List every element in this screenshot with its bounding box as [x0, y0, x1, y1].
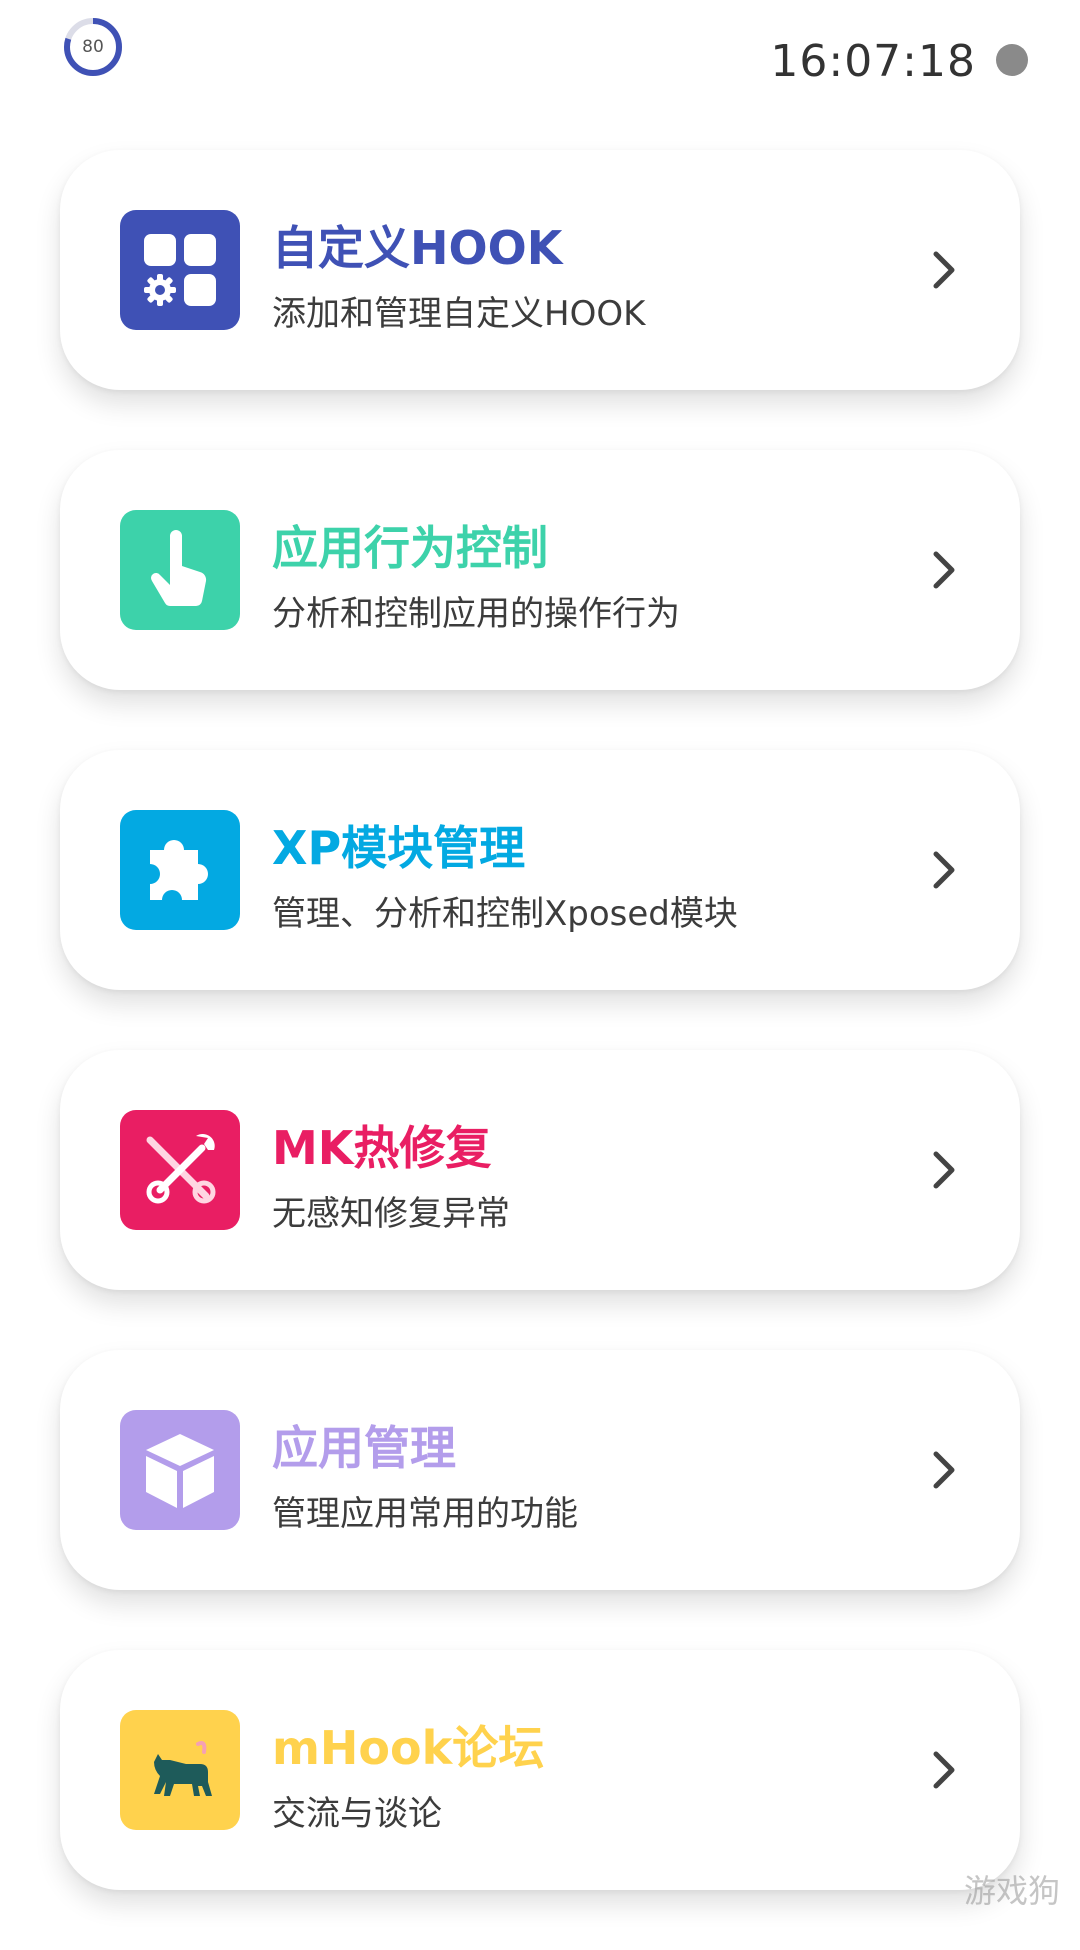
card-mhook-forum[interactable]: mHook论坛 交流与谈论	[60, 1650, 1020, 1890]
status-dot-icon	[996, 44, 1028, 76]
card-title: 应用行为控制	[272, 512, 548, 578]
pointing-hand-icon	[120, 510, 240, 630]
card-subtitle: 添加和管理自定义HOOK	[272, 286, 645, 335]
card-subtitle: 管理、分析和控制Xposed模块	[272, 886, 738, 935]
card-title: XP模块管理	[272, 812, 525, 878]
card-subtitle: 无感知修复异常	[272, 1186, 510, 1235]
clock: 16:07:18	[770, 36, 976, 87]
card-title: 应用管理	[272, 1412, 456, 1478]
chevron-right-icon	[920, 246, 968, 294]
card-mk-hotfix[interactable]: MK热修复 无感知修复异常	[60, 1050, 1020, 1290]
card-app-management[interactable]: 应用管理 管理应用常用的功能	[60, 1350, 1020, 1590]
chevron-right-icon	[920, 846, 968, 894]
puzzle-piece-icon	[120, 810, 240, 930]
chevron-right-icon	[920, 1446, 968, 1494]
status-bar: 80 16:07:18	[0, 0, 1080, 120]
card-title: 自定义HOOK	[272, 212, 562, 278]
chevron-right-icon	[920, 1746, 968, 1794]
card-subtitle: 管理应用常用的功能	[272, 1486, 578, 1535]
watermark: 游戏狗	[964, 1866, 1060, 1912]
card-subtitle: 分析和控制应用的操作行为	[272, 586, 680, 635]
cube-icon	[120, 1410, 240, 1530]
card-custom-hook[interactable]: 自定义HOOK 添加和管理自定义HOOK	[60, 150, 1020, 390]
card-xp-module-management[interactable]: XP模块管理 管理、分析和控制Xposed模块	[60, 750, 1020, 990]
battery-level-text: 80	[62, 16, 124, 78]
card-subtitle: 交流与谈论	[272, 1786, 442, 1835]
card-app-behavior-control[interactable]: 应用行为控制 分析和控制应用的操作行为	[60, 450, 1020, 690]
card-title: MK热修复	[272, 1112, 491, 1178]
chevron-right-icon	[920, 1146, 968, 1194]
card-title: mHook论坛	[272, 1712, 544, 1778]
cat-icon	[120, 1710, 240, 1830]
tools-icon	[120, 1110, 240, 1230]
feature-card-list: 自定义HOOK 添加和管理自定义HOOK 应用行为控制 分析和控制应用的操作行为…	[60, 150, 1020, 1950]
chevron-right-icon	[920, 546, 968, 594]
apps-gear-icon	[120, 210, 240, 330]
